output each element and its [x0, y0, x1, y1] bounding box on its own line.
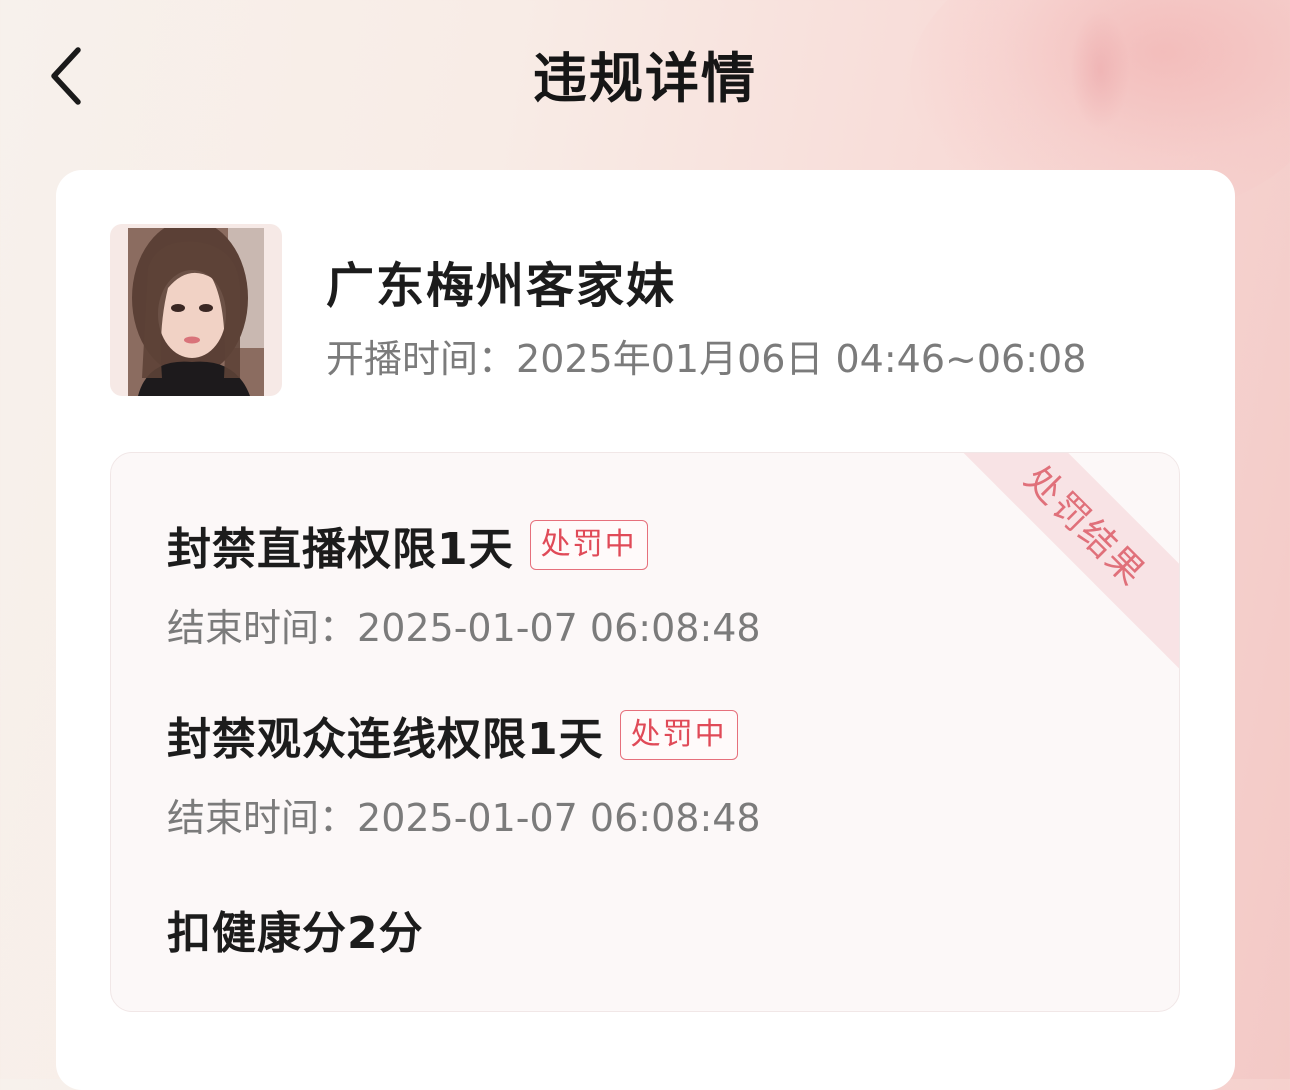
- penalty-end-time: 结束时间：2025-01-07 06:08:48: [167, 597, 761, 652]
- avatar-photo: [128, 228, 264, 396]
- penalty-title: 封禁观众连线权限1天: [167, 714, 604, 765]
- penalty-result-box: 处罚结果 封禁直播权限1天 处罚中 结束时间：2025-01-07 06:08:…: [110, 452, 1180, 1012]
- streamer-name: 广东梅州客家妹: [326, 258, 677, 314]
- stream-time-value: 2025年01月06日 04:46~06:08: [516, 337, 1087, 381]
- penalty-end-time: 结束时间：2025-01-07 06:08:48: [167, 787, 761, 842]
- result-ribbon-label: 处罚结果: [1016, 458, 1153, 595]
- penalty-title-row: 封禁观众连线权限1天 处罚中: [167, 703, 761, 767]
- penalty-item-live: 封禁直播权限1天 处罚中 结束时间：2025-01-07 06:08:48: [167, 513, 761, 652]
- end-time-label: 结束时间：: [167, 796, 358, 840]
- status-badge: 处罚中: [619, 710, 738, 760]
- stream-time-label: 开播时间：: [326, 337, 517, 381]
- end-time-value: 2025-01-07 06:08:48: [357, 796, 761, 840]
- health-score-deduction: 扣健康分2分: [167, 908, 424, 959]
- stream-time: 开播时间：2025年01月06日 04:46~06:08: [326, 328, 1086, 383]
- nav-bar: 违规详情: [0, 0, 1290, 140]
- status-badge: 处罚中: [529, 520, 648, 570]
- avatar[interactable]: [110, 224, 282, 396]
- result-ribbon: 处罚结果: [940, 453, 1179, 671]
- penalty-title-row: 封禁直播权限1天 处罚中: [167, 513, 761, 577]
- penalty-title: 封禁直播权限1天: [167, 524, 514, 575]
- end-time-value: 2025-01-07 06:08:48: [357, 606, 761, 650]
- end-time-label: 结束时间：: [167, 606, 358, 650]
- page-title: 违规详情: [533, 47, 757, 110]
- violation-card: 广东梅州客家妹 开播时间：2025年01月06日 04:46~06:08 处罚结…: [56, 170, 1235, 1090]
- penalty-item-health-score: 扣健康分2分: [167, 897, 424, 961]
- penalty-item-audience-link: 封禁观众连线权限1天 处罚中 结束时间：2025-01-07 06:08:48: [167, 703, 761, 842]
